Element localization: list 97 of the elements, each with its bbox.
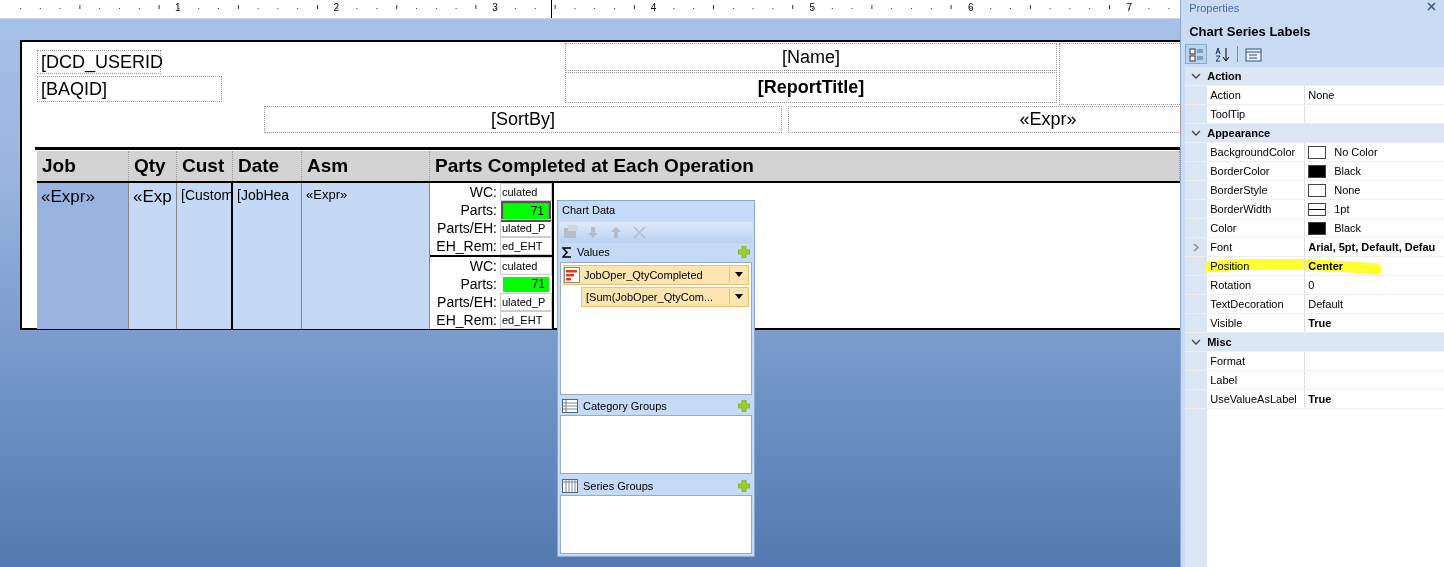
property-value[interactable]: 0 bbox=[1308, 279, 1315, 291]
property-name: Visible bbox=[1207, 314, 1306, 332]
field-label: Parts/EH: bbox=[436, 219, 498, 237]
property-value[interactable]: Black bbox=[1334, 222, 1362, 234]
ruler-number: 2 bbox=[333, 2, 340, 13]
property-name: Position bbox=[1207, 257, 1306, 275]
report-field[interactable]: [SortBy] bbox=[264, 106, 782, 133]
dropdown-icon[interactable] bbox=[735, 294, 743, 300]
report-field[interactable]: [DCD_USERID bbox=[37, 50, 161, 74]
field-label: WC: bbox=[468, 257, 498, 275]
panel-title: Chart Data bbox=[561, 203, 617, 218]
property-name: BorderWidth bbox=[1207, 200, 1306, 218]
field-label: EH_Rem: bbox=[435, 237, 498, 255]
column-header: Job bbox=[37, 151, 129, 181]
report-field[interactable]: «Expr» bbox=[788, 106, 1181, 133]
property-value[interactable]: None bbox=[1308, 89, 1335, 101]
report-field[interactable]: culated bbox=[500, 183, 552, 201]
table-cell: [JobHea bbox=[233, 183, 302, 329]
chevron-right-icon[interactable] bbox=[1193, 242, 1200, 252]
category-title: Action bbox=[1207, 70, 1242, 82]
dropdown-icon[interactable] bbox=[735, 272, 743, 278]
property-name: Color bbox=[1207, 219, 1306, 237]
drop-area[interactable]: JobOper_QtyCompleted [Sum(JobOper_QtyCom... bbox=[560, 261, 752, 395]
property-name: Rotation bbox=[1207, 276, 1306, 294]
property-value[interactable]: True bbox=[1308, 317, 1332, 329]
ruler-number: 4 bbox=[650, 2, 657, 13]
close-icon[interactable] bbox=[1427, 2, 1436, 11]
line-width-icon bbox=[1308, 202, 1327, 216]
column-header: Asm bbox=[302, 151, 430, 181]
category-header[interactable]: Misc bbox=[1185, 333, 1444, 352]
property-name: Font bbox=[1207, 238, 1306, 256]
drop-area[interactable] bbox=[560, 415, 752, 475]
column-header: Date bbox=[233, 151, 302, 181]
property-name: BorderStyle bbox=[1207, 181, 1306, 199]
report-field[interactable]: ulated_P bbox=[500, 293, 552, 311]
table-cell: «Exp bbox=[129, 183, 177, 329]
property-name: BackgroundColor bbox=[1207, 143, 1306, 161]
category-header[interactable]: Action bbox=[1185, 67, 1444, 86]
value-item[interactable]: [Sum(JobOper_QtyCom... bbox=[581, 286, 749, 307]
sigma-icon bbox=[562, 246, 572, 258]
property-value[interactable]: None bbox=[1334, 184, 1361, 196]
add-icon[interactable] bbox=[738, 246, 750, 259]
property-value[interactable]: Center bbox=[1308, 260, 1344, 272]
property-value[interactable]: Arial, 5pt, Default, Defau bbox=[1308, 241, 1436, 253]
section-title: Values bbox=[577, 246, 610, 259]
chevron-down-icon[interactable] bbox=[1191, 129, 1202, 137]
report-field[interactable]: ed_EHT bbox=[500, 311, 552, 329]
section-title: Series Groups bbox=[583, 479, 654, 492]
field-label: Parts: bbox=[459, 201, 498, 219]
ruler-number: 1 bbox=[175, 2, 181, 13]
property-name: UseValueAsLabel bbox=[1207, 390, 1306, 408]
property-name: Format bbox=[1207, 352, 1306, 370]
series-item[interactable]: JobOper_QtyCompleted bbox=[563, 264, 749, 285]
field-label: Parts: bbox=[459, 275, 498, 293]
table-icon bbox=[562, 478, 578, 493]
property-value[interactable]: Default bbox=[1308, 298, 1344, 310]
table-cell: «Expr» bbox=[302, 183, 430, 329]
ruler-number: 3 bbox=[492, 2, 498, 13]
table-cell: «Expr» bbox=[37, 183, 129, 329]
report-field[interactable]: ulated_P bbox=[500, 219, 552, 237]
ruler-number: 5 bbox=[809, 2, 815, 13]
add-icon[interactable] bbox=[738, 400, 750, 412]
property-value[interactable]: Black bbox=[1334, 165, 1362, 177]
categorized-icon[interactable] bbox=[1185, 44, 1208, 64]
report-field[interactable]: [Name] bbox=[565, 43, 1057, 71]
field-label: EH_Rem: bbox=[435, 311, 498, 329]
property-name: Action bbox=[1207, 86, 1306, 104]
field-label: Parts/EH: bbox=[436, 293, 498, 311]
data-bar[interactable]: 71 bbox=[503, 277, 549, 292]
property-name: Label bbox=[1207, 371, 1306, 389]
property-value[interactable]: No Color bbox=[1334, 146, 1378, 158]
category-title: Appearance bbox=[1207, 127, 1271, 139]
property-value[interactable]: True bbox=[1308, 393, 1332, 405]
column-header: Qty bbox=[129, 151, 177, 181]
list-icon bbox=[562, 399, 578, 413]
add-icon[interactable] bbox=[738, 479, 750, 492]
ruler-number: 7 bbox=[1126, 2, 1133, 13]
report-field[interactable]: culated bbox=[500, 257, 552, 275]
object-name: Chart Series Labels bbox=[1188, 23, 1312, 41]
panel-title: Properties bbox=[1189, 2, 1240, 16]
category-title: Misc bbox=[1207, 336, 1232, 348]
column-header: Cust bbox=[177, 151, 233, 181]
section-title: Category Groups bbox=[583, 400, 667, 412]
bar-chart-icon bbox=[564, 266, 580, 283]
property-name: BorderColor bbox=[1207, 162, 1306, 180]
property-name: TextDecoration bbox=[1207, 295, 1306, 313]
field-label: WC: bbox=[468, 183, 498, 201]
ruler-number: 6 bbox=[968, 2, 974, 13]
property-value[interactable]: 1pt bbox=[1334, 203, 1350, 215]
property-name: ToolTip bbox=[1207, 105, 1306, 123]
category-header[interactable]: Appearance bbox=[1185, 124, 1444, 143]
report-field[interactable]: [BAQID] bbox=[37, 76, 222, 102]
chevron-down-icon[interactable] bbox=[1191, 338, 1202, 346]
chevron-down-icon[interactable] bbox=[1191, 72, 1202, 80]
report-field[interactable]: ed_EHT bbox=[500, 237, 552, 255]
report-field[interactable]: [ReportTitle] bbox=[565, 72, 1057, 103]
drop-area[interactable] bbox=[560, 495, 752, 554]
